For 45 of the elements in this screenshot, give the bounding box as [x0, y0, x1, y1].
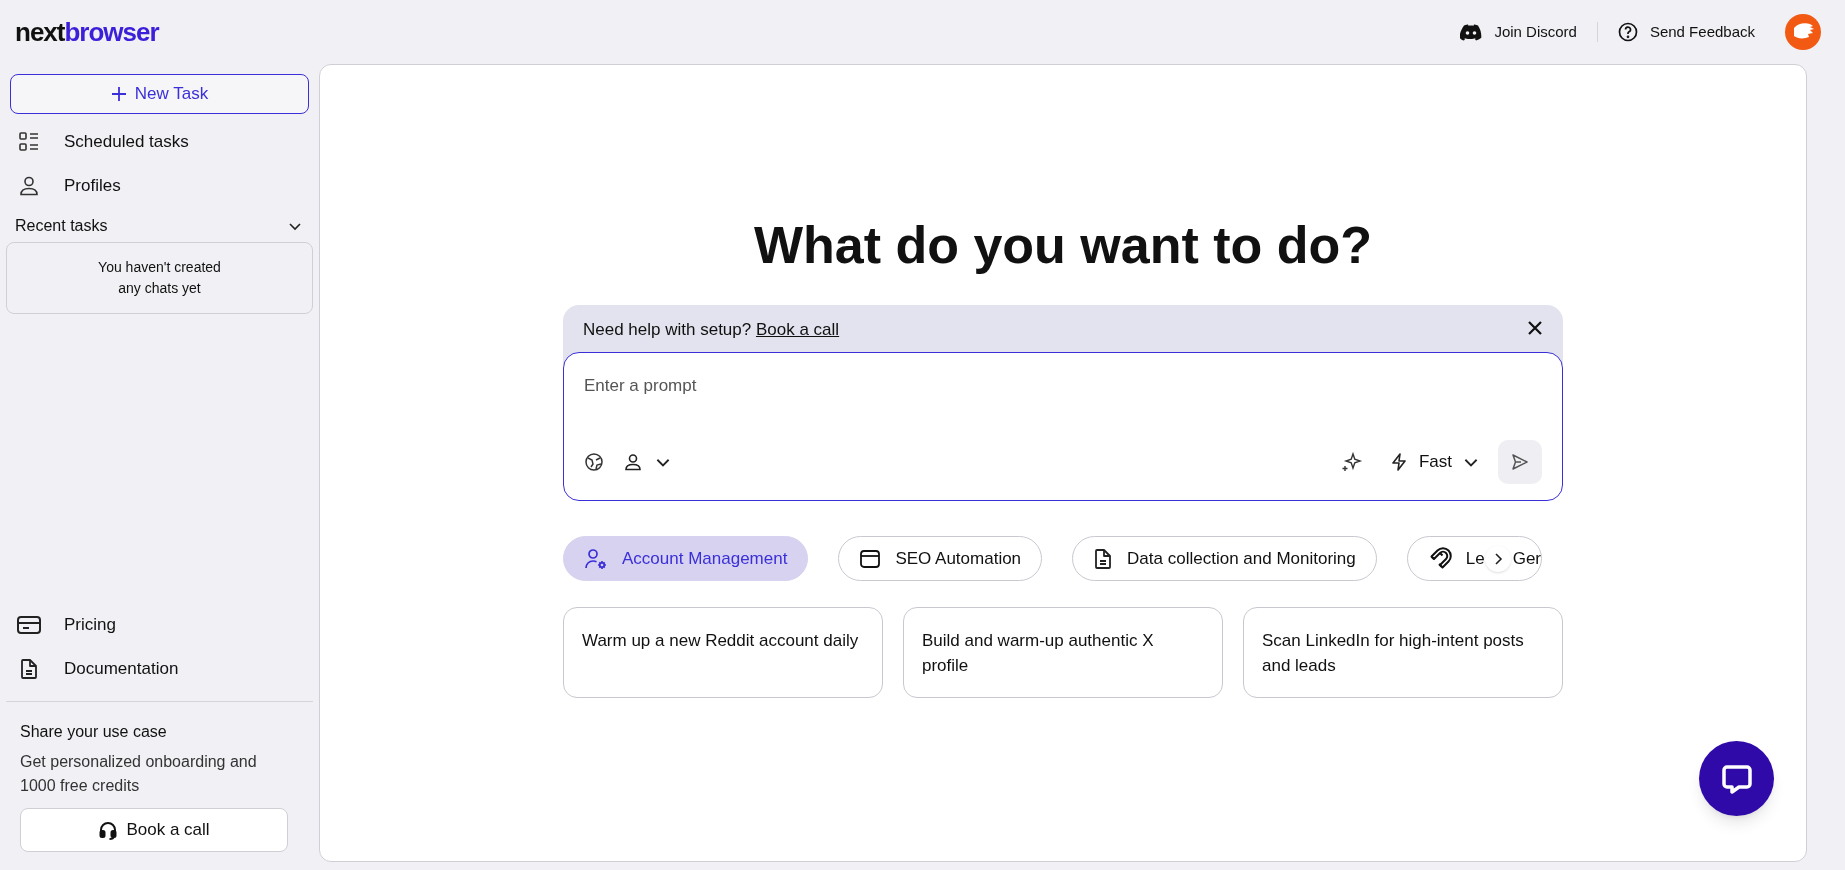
sidebar-item[interactable]: Scheduled tasks [6, 120, 313, 164]
promo-title: Share your use case [20, 722, 168, 742]
mode-selector[interactable]: Fast [1388, 449, 1480, 475]
scroll-right-button[interactable] [1484, 545, 1511, 572]
plus-icon [110, 86, 127, 102]
new-task-button[interactable]: New Task [10, 74, 309, 114]
user-icon [18, 175, 40, 197]
suggestion-card[interactable]: Build and warm-up authentic X profile [903, 607, 1223, 698]
user-gear-icon [584, 546, 608, 571]
page-heading: What do you want to do? [753, 215, 1373, 276]
help-icon [1617, 22, 1638, 42]
avatar-icon[interactable] [1785, 14, 1821, 50]
empty-state-text: You haven't created any chats yet [98, 258, 221, 298]
feedback-link[interactable]: Send Feedback [1617, 20, 1755, 44]
globe-icon[interactable] [584, 452, 604, 472]
section-title: Recent tasks [15, 216, 108, 236]
send-icon [1511, 453, 1529, 471]
magnet-icon [1427, 546, 1452, 571]
category-chip[interactable]: Le Ger [1406, 536, 1543, 581]
user-icon[interactable] [623, 452, 643, 472]
book-call-link[interactable]: Book a call [755, 320, 840, 339]
sidebar-item[interactable]: Profiles [6, 164, 313, 208]
credit-card-icon [16, 614, 42, 636]
category-chip[interactable]: Data collection and Monitoring [1072, 536, 1377, 581]
send-button[interactable] [1498, 440, 1542, 484]
document-icon [1093, 547, 1114, 570]
banner-text: Need help with setup? Book a call [583, 319, 840, 341]
sidebar-item[interactable]: Pricing [6, 603, 313, 647]
prompt-field[interactable]: Enter a prompt [584, 371, 1542, 401]
suggestion-card[interactable]: Scan LinkedIn for high-intent posts and leads [1243, 607, 1563, 698]
sparkle-icon[interactable] [1340, 451, 1363, 473]
category-chip[interactable]: SEO Automation [838, 536, 1043, 581]
headset-icon [98, 820, 119, 840]
discord-link[interactable]: Join Discord [1460, 20, 1577, 44]
sidebar-item[interactable]: Documentation [6, 647, 313, 691]
promo-text: Get personalized onboarding and 1000 free credits [20, 752, 258, 796]
close-icon[interactable] [1527, 320, 1543, 336]
book-call-button[interactable]: Book a call [20, 808, 288, 852]
browser-window-icon [859, 547, 882, 570]
suggestion-card[interactable]: Warm up a new Reddit account daily [563, 607, 883, 698]
logo[interactable]: nextbrowser [15, 12, 159, 52]
category-chip[interactable]: Account Management [563, 536, 809, 581]
list-icon [18, 131, 40, 153]
document-icon [19, 658, 39, 680]
discord-icon [1460, 23, 1483, 41]
